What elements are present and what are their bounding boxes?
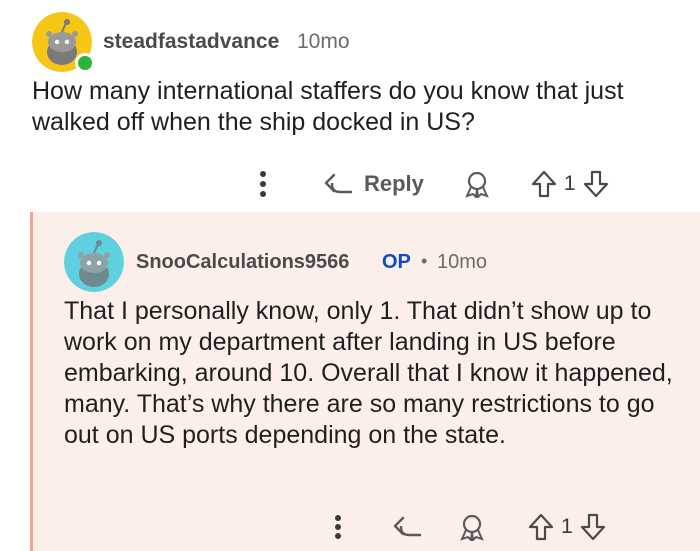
reply-label: Reply [364,171,424,196]
op-badge: OP [382,251,411,273]
downvote-button[interactable] [579,512,607,542]
comment-action-bar: 1 [323,511,607,543]
upvote-button[interactable] [527,512,555,542]
upvote-button[interactable] [530,169,558,199]
avatar[interactable] [64,232,124,292]
award-icon[interactable] [462,169,492,199]
comment-body: How many international staffers do you k… [32,77,624,136]
reply-button[interactable]: Reply [324,171,424,197]
separator-dot: • [421,251,428,271]
award-icon[interactable] [457,512,487,542]
online-status-indicator [75,53,95,73]
snoo-avatar-icon [64,232,124,292]
comment-action-bar: Reply 1 [248,166,610,202]
comment-age: 10mo [437,251,488,273]
downvote-arrow-icon [580,513,605,541]
comment-age: 10mo [297,30,350,53]
vote-count: 1 [563,172,576,195]
downvote-button[interactable] [582,169,610,199]
more-vertical-icon[interactable] [323,511,353,543]
comment-body: That I personally know, only 1. That did… [64,297,673,449]
more-vertical-icon[interactable] [248,166,278,202]
username[interactable]: SnooCalculations9566 [136,251,349,274]
downvote-arrow-icon [583,170,608,198]
reply-arrow-icon [324,173,352,194]
upvote-arrow-icon [531,170,557,198]
username[interactable]: steadfastadvance [103,30,279,54]
reply-arrow-icon [393,516,421,537]
reply-button[interactable] [393,515,423,539]
vote-count: 1 [561,515,573,538]
upvote-arrow-icon [528,513,554,541]
